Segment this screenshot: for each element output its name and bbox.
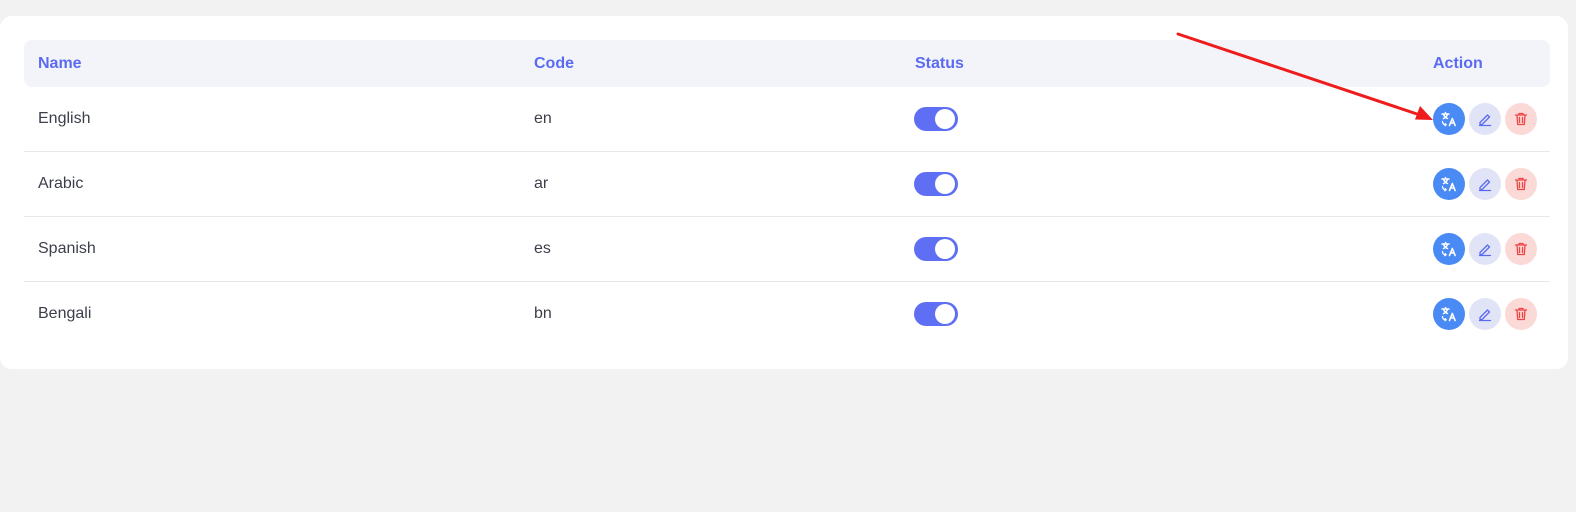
table-row: Arabic ar	[24, 152, 1550, 217]
trash-icon	[1514, 242, 1528, 256]
translate-icon	[1441, 176, 1456, 192]
edit-button[interactable]	[1469, 298, 1501, 330]
delete-button[interactable]	[1505, 168, 1537, 200]
edit-button[interactable]	[1469, 103, 1501, 135]
language-name: Spanish	[38, 240, 96, 257]
row-actions	[1433, 103, 1537, 135]
translate-button[interactable]	[1433, 103, 1465, 135]
delete-button[interactable]	[1505, 298, 1537, 330]
translate-button[interactable]	[1433, 168, 1465, 200]
delete-button[interactable]	[1505, 233, 1537, 265]
table-header: Name Code Status Action	[24, 40, 1550, 87]
delete-button[interactable]	[1505, 103, 1537, 135]
language-name: Arabic	[38, 175, 84, 192]
translate-icon	[1441, 111, 1456, 127]
translate-icon	[1441, 241, 1456, 257]
pencil-icon	[1478, 114, 1492, 127]
trash-icon	[1514, 112, 1528, 126]
translate-button[interactable]	[1433, 233, 1465, 265]
pencil-icon	[1478, 179, 1492, 192]
edit-button[interactable]	[1469, 233, 1501, 265]
language-code: es	[534, 240, 551, 257]
languages-table: Name Code Status Action English en Arabi…	[24, 40, 1550, 346]
toggle-knob	[935, 239, 955, 259]
trash-icon	[1514, 177, 1528, 191]
language-name: Bengali	[38, 305, 92, 322]
table-row: Bengali bn	[24, 282, 1550, 346]
toggle-knob	[935, 109, 955, 129]
table-row: Spanish es	[24, 217, 1550, 282]
status-toggle[interactable]	[914, 172, 958, 196]
languages-card: Name Code Status Action English en Arabi…	[0, 16, 1568, 369]
pencil-icon	[1478, 309, 1492, 322]
status-toggle[interactable]	[914, 302, 958, 326]
column-header-status: Status	[915, 55, 964, 72]
pencil-icon	[1478, 244, 1492, 257]
trash-icon	[1514, 307, 1528, 321]
status-toggle[interactable]	[914, 237, 958, 261]
language-name: English	[38, 110, 91, 127]
table-row: English en	[24, 87, 1550, 152]
column-header-name: Name	[38, 55, 82, 72]
column-header-action: Action	[1433, 55, 1483, 72]
edit-button[interactable]	[1469, 168, 1501, 200]
toggle-knob	[935, 304, 955, 324]
toggle-knob	[935, 174, 955, 194]
row-actions	[1433, 298, 1537, 330]
language-code: ar	[534, 175, 549, 192]
row-actions	[1433, 233, 1537, 265]
column-header-code: Code	[534, 55, 574, 72]
row-actions	[1433, 168, 1537, 200]
translate-icon	[1441, 306, 1456, 322]
translate-button[interactable]	[1433, 298, 1465, 330]
status-toggle[interactable]	[914, 107, 958, 131]
language-code: en	[534, 110, 552, 127]
language-code: bn	[534, 305, 552, 322]
